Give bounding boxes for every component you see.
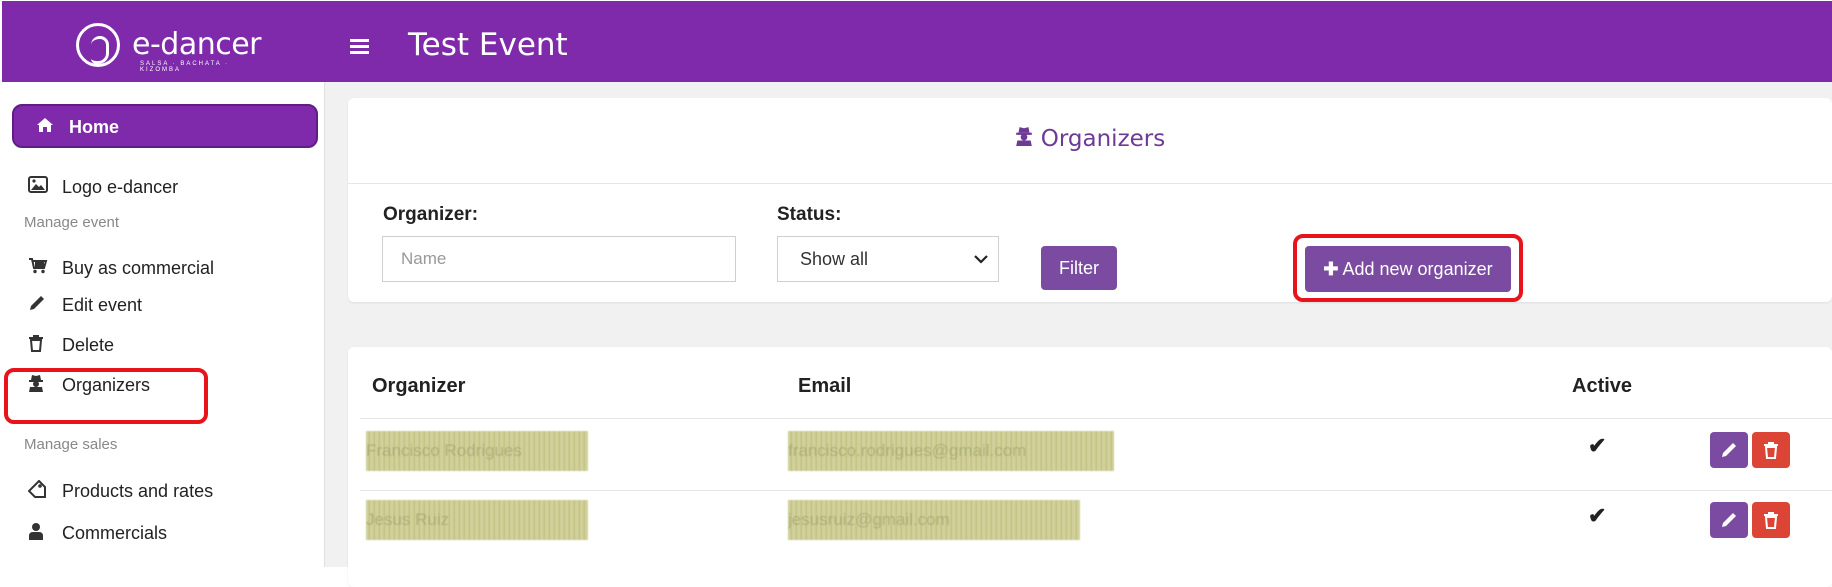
row-divider xyxy=(360,490,1832,491)
organizer-name-cell: Jesus Ruiz xyxy=(366,500,588,540)
trash-icon xyxy=(1764,512,1778,529)
delete-button[interactable] xyxy=(1752,502,1790,538)
logo-text: e-dancer xyxy=(132,27,262,62)
hamburger-menu-icon[interactable] xyxy=(350,39,369,54)
trash-icon xyxy=(28,334,50,357)
active-check-icon: ✔ xyxy=(1588,433,1607,458)
sidebar-item-label: Products and rates xyxy=(62,481,214,501)
home-icon xyxy=(36,117,54,138)
active-check-icon: ✔ xyxy=(1588,503,1607,528)
sidebar-section-manage-sales: Manage sales xyxy=(24,436,118,453)
sidebar-item-label: Delete xyxy=(62,335,115,355)
sidebar-item-label: Home xyxy=(69,117,120,137)
image-icon xyxy=(28,176,50,198)
sidebar-item-label: Buy as commercial xyxy=(62,258,215,278)
edit-button[interactable] xyxy=(1710,502,1748,538)
user-icon xyxy=(28,522,50,545)
email-cell: jesusruiz@gmail.com xyxy=(788,500,1080,540)
organizers-table-card: Organizer Email Active Francisco Rodrigu… xyxy=(348,347,1832,587)
card-title-text: Organizers xyxy=(1040,126,1166,152)
sidebar-item-label: Logo e-dancer xyxy=(62,177,179,197)
highlight-organizers xyxy=(4,368,208,424)
user-secret-icon xyxy=(1015,126,1033,152)
trash-icon xyxy=(1764,442,1778,459)
delete-button[interactable] xyxy=(1752,432,1790,468)
sidebar: Home Logo e-dancer Manage event Buy as c… xyxy=(2,82,325,567)
status-label: Status: xyxy=(777,204,842,225)
column-header-email: Email xyxy=(798,375,852,397)
pencil-icon xyxy=(1722,443,1736,457)
column-header-organizer: Organizer xyxy=(372,375,466,397)
logo-mark xyxy=(76,23,120,67)
card-title: Organizers xyxy=(348,126,1832,152)
sidebar-item-label: Edit event xyxy=(62,295,143,315)
sidebar-item-home[interactable]: Home xyxy=(12,104,318,148)
cart-icon xyxy=(28,257,50,279)
highlight-add-button xyxy=(1293,234,1523,302)
chevron-down-icon xyxy=(974,237,988,282)
e-dancer-logo[interactable]: e-dancer SALSA · BACHATA · KIZOMBA xyxy=(76,19,266,73)
top-bar: e-dancer SALSA · BACHATA · KIZOMBA Test … xyxy=(2,1,1832,82)
organizers-filter-card: Organizers Organizer: Name Status: Show … xyxy=(348,98,1832,302)
status-select[interactable]: Show all xyxy=(777,236,999,282)
page-title: Test Event xyxy=(408,27,568,63)
filter-button[interactable]: Filter xyxy=(1041,246,1117,290)
sidebar-item-label: Commercials xyxy=(62,523,168,543)
tag-icon xyxy=(27,479,50,503)
edit-button[interactable] xyxy=(1710,432,1748,468)
pencil-icon xyxy=(28,294,50,317)
card-header: Organizers xyxy=(348,98,1832,184)
column-header-active: Active xyxy=(1572,375,1633,397)
status-selected-value: Show all xyxy=(800,249,869,269)
organizer-label: Organizer: xyxy=(383,204,479,225)
pencil-icon xyxy=(1722,513,1736,527)
main-content: Organizers Organizer: Name Status: Show … xyxy=(325,82,1832,587)
logo-tagline: SALSA · BACHATA · KIZOMBA xyxy=(140,61,230,73)
row-divider xyxy=(360,418,1832,419)
organizer-name-cell: Francisco Rodrigues xyxy=(366,431,588,471)
sidebar-section-manage-event: Manage event xyxy=(24,214,120,231)
organizer-name-input[interactable]: Name xyxy=(382,236,736,282)
email-cell: francisco.rodrigues@gmail.com xyxy=(788,431,1114,471)
